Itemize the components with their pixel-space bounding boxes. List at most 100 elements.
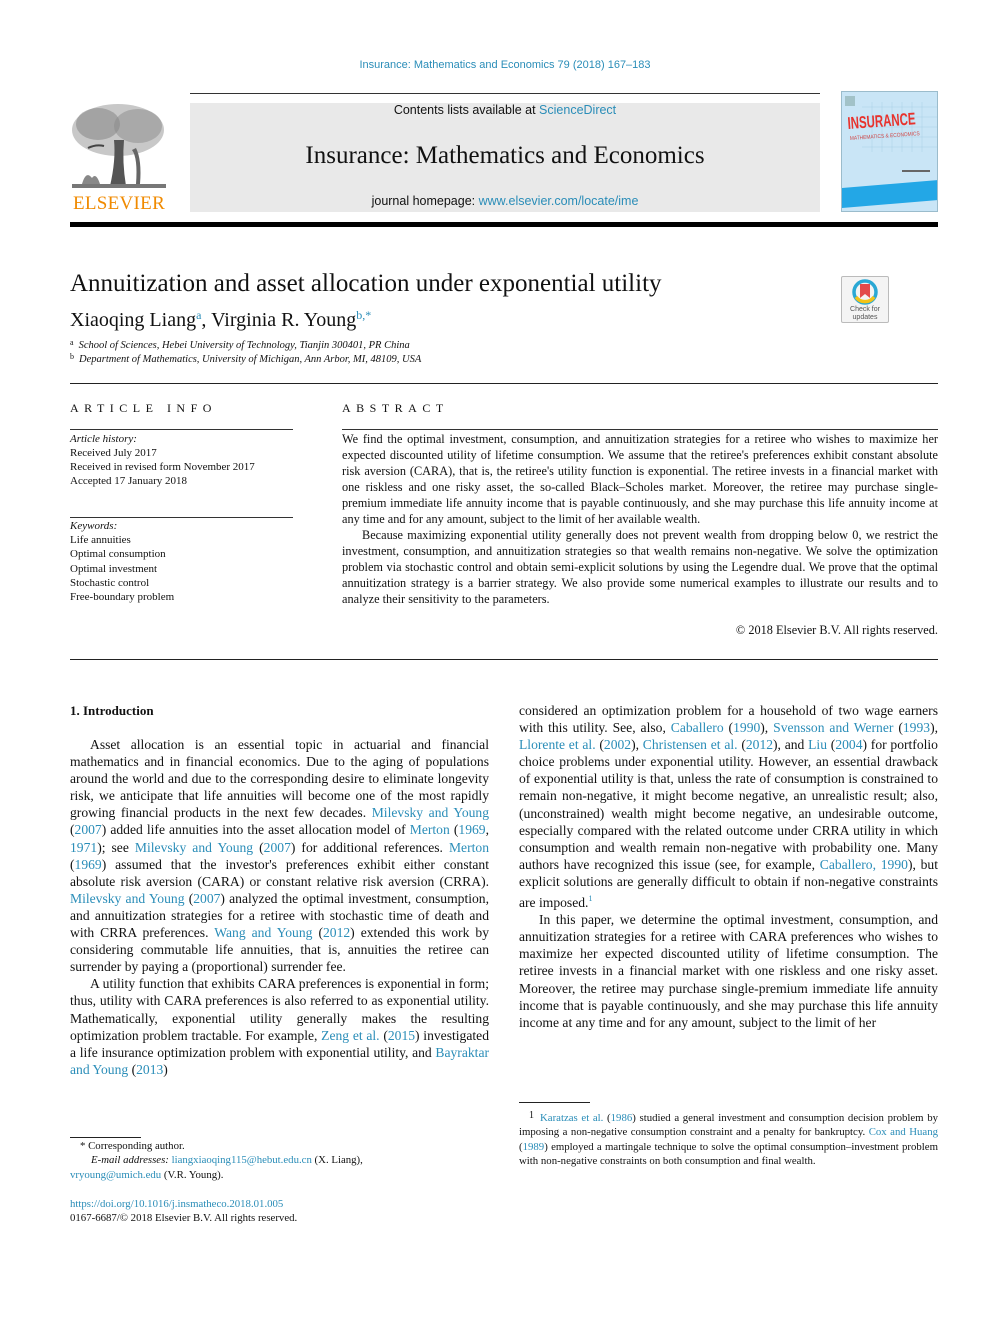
text-run: In this paper, we determine the optimal …	[519, 912, 938, 1030]
citation-link[interactable]: Cox and Huang	[869, 1126, 938, 1138]
citation-link[interactable]: 2007	[193, 891, 220, 906]
history-item: Received in revised form November 2017	[70, 461, 255, 473]
keyword: Life annuities	[70, 534, 131, 546]
email-line: vryoung@umich.edu (V.R. Young).	[70, 1168, 489, 1182]
citation-link[interactable]: 2012	[746, 737, 773, 752]
citation-link[interactable]: 1990	[733, 720, 760, 735]
text-run: (	[737, 737, 746, 753]
masthead-top-rule	[190, 93, 820, 94]
text-run: (	[312, 925, 323, 941]
citation-link[interactable]: Merton	[410, 822, 450, 837]
author-name[interactable]: Virginia R. Young	[211, 309, 356, 331]
footnote-ref[interactable]: 1	[588, 894, 592, 903]
email-line: E-mail addresses: liangxiaoqing115@hebut…	[70, 1153, 489, 1167]
abstract-copyright: © 2018 Elsevier B.V. All rights reserved…	[735, 623, 938, 637]
text-run: ),	[631, 737, 643, 753]
footnote-text: Karatzas et al. (1986) studied a general…	[519, 1112, 938, 1167]
citation-link[interactable]: 2013	[136, 1062, 163, 1077]
citation-link[interactable]: 1969	[75, 857, 102, 872]
citation-link[interactable]: 2015	[388, 1028, 415, 1043]
abstract-body: We find the optimal investment, consumpt…	[342, 431, 938, 607]
email-owner: (X. Liang),	[311, 1154, 363, 1167]
text-run: ,	[485, 822, 489, 838]
citation-link[interactable]: 2012	[323, 925, 350, 940]
affiliation-label: b	[70, 352, 74, 361]
abstract-paragraph: We find the optimal investment, consumpt…	[342, 432, 938, 526]
citation-link[interactable]: 1989	[523, 1141, 545, 1153]
text-run: ) for portfolio choice problems under ex…	[519, 737, 938, 872]
affiliation: b Department of Mathematics, University o…	[70, 352, 421, 365]
doi-link[interactable]: https://doi.org/10.1016/j.insmatheco.201…	[70, 1198, 283, 1210]
text-run: ),	[760, 720, 774, 736]
journal-title: Insurance: Mathematics and Economics	[305, 142, 705, 169]
affiliation-label: a	[70, 338, 74, 347]
running-head[interactable]: Insurance: Mathematics and Economics 79 …	[0, 59, 992, 71]
homepage-prefix: journal homepage:	[371, 194, 479, 208]
text-run: ) assumed that the investor's preference…	[70, 856, 489, 889]
keyword: Free-boundary problem	[70, 591, 175, 603]
citation-link[interactable]: Milevsky and Young	[372, 805, 489, 820]
cover-subtitle-text: MATHEMATICS & ECONOMICS	[850, 131, 921, 142]
email-link[interactable]: vryoung@umich.edu	[70, 1169, 161, 1181]
check-updates-icon	[852, 279, 878, 305]
abstract-heading: ABSTRACT	[342, 401, 449, 415]
corresponding-line: * Corresponding author.	[70, 1139, 489, 1153]
citation-link[interactable]: Llorente et al.	[519, 737, 596, 752]
cover-title-text: INSURANCE	[847, 109, 916, 133]
text-run: (	[723, 720, 734, 736]
divider	[70, 383, 938, 384]
journal-cover-thumbnail[interactable]: INSURANCE MATHEMATICS & ECONOMICS	[841, 91, 938, 212]
history-item: Accepted 17 January 2018	[70, 475, 187, 487]
affiliation: a School of Sciences, Hebei University of…	[70, 338, 410, 351]
citation-link[interactable]: Caballero, 1990	[820, 857, 908, 872]
journal-cover-image: INSURANCE MATHEMATICS & ECONOMICS	[842, 96, 937, 208]
journal-homepage-line: journal homepage: www.elsevier.com/locat…	[190, 194, 820, 208]
text-run: (	[379, 1027, 388, 1043]
body-column-left: Asset allocation is an essential topic i…	[70, 736, 489, 1078]
text-run: ) employed a martingale technique to sol…	[519, 1140, 938, 1167]
author-list: Xiaoqing Lianga, Virginia R. Youngb,*	[70, 308, 371, 332]
citation-link[interactable]: Milevsky and Young	[135, 840, 253, 855]
email-link[interactable]: liangxiaoqing115@hebut.edu.cn	[172, 1154, 312, 1166]
citation-link[interactable]: Merton	[449, 840, 489, 855]
affiliation-marker[interactable]: b,*	[356, 308, 371, 322]
elsevier-wordmark[interactable]: ELSEVIER	[68, 193, 170, 215]
citation-link[interactable]: 2007	[264, 840, 291, 855]
body-paragraph: In this paper, we determine the optimal …	[519, 911, 938, 1031]
citation-link[interactable]: 2007	[75, 822, 102, 837]
text-run: (	[595, 737, 604, 753]
citation-link[interactable]: Caballero	[671, 720, 724, 735]
citation-link[interactable]: 1969	[458, 822, 485, 837]
citation-link[interactable]: 1993	[903, 720, 930, 735]
check-for-updates-button[interactable]: Check for updates	[841, 276, 889, 323]
footnote-1: 1 Karatzas et al. (1986) studied a genera…	[519, 1109, 938, 1168]
citation-link[interactable]: Christensen et al.	[643, 737, 738, 752]
text-run: (	[893, 720, 903, 736]
text-run: ),	[930, 720, 938, 736]
sciencedirect-link[interactable]: ScienceDirect	[539, 103, 616, 117]
footnote-number: 1	[529, 1110, 534, 1121]
divider	[70, 429, 293, 430]
body-paragraph: Asset allocation is an essential topic i…	[70, 736, 489, 975]
email-label: E-mail addresses:	[91, 1154, 172, 1167]
citation-link[interactable]: Karatzas et al.	[540, 1112, 603, 1124]
doi-block: https://doi.org/10.1016/j.insmatheco.201…	[70, 1197, 489, 1226]
citation-link[interactable]: Liu	[808, 737, 827, 752]
citation-link[interactable]: Zeng et al.	[321, 1028, 379, 1043]
corresponding-text: Corresponding author.	[88, 1140, 185, 1152]
citation-link[interactable]: 2004	[835, 737, 862, 752]
citation-link[interactable]: Milevsky and Young	[70, 891, 185, 906]
asterisk-marker: *	[80, 1140, 86, 1152]
elsevier-tree-icon	[72, 104, 166, 188]
text-run: (	[128, 1061, 137, 1077]
citation-link[interactable]: 1971	[70, 840, 97, 855]
citation-link[interactable]: 1986	[611, 1112, 633, 1124]
affiliation-text: Department of Mathematics, University of…	[79, 354, 422, 365]
abstract-paragraph: Because maximizing exponential utility g…	[342, 528, 938, 606]
citation-link[interactable]: Svensson and Werner	[773, 720, 893, 735]
journal-homepage-link[interactable]: www.elsevier.com/locate/ime	[479, 194, 639, 208]
text-run: ) for additional references.	[290, 839, 449, 855]
citation-link[interactable]: 2002	[604, 737, 631, 752]
author-name[interactable]: Xiaoqing Liang	[70, 309, 196, 331]
citation-link[interactable]: Wang and Young	[214, 925, 312, 940]
